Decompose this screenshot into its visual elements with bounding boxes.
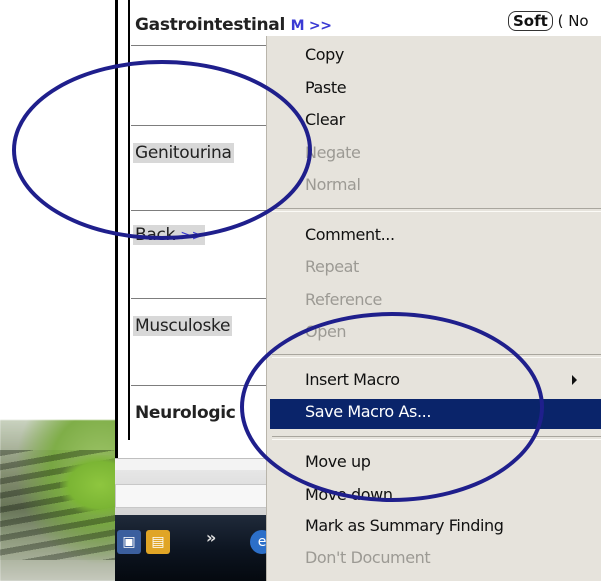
menu-item-open: Open — [305, 322, 347, 341]
menu-item-negate: Negate — [305, 143, 361, 162]
menu-item-clear[interactable]: Clear — [305, 110, 345, 129]
menu-item-mark-summary-finding[interactable]: Mark as Summary Finding — [305, 516, 504, 535]
soft-pill[interactable]: Soft — [508, 11, 553, 31]
taskbar-overflow-chevron[interactable]: » — [206, 528, 216, 547]
menu-item-insert-macro[interactable]: Insert Macro — [305, 370, 400, 389]
expand-link[interactable]: >> — [180, 228, 203, 244]
menu-separator — [272, 436, 601, 440]
menu-item-repeat: Repeat — [305, 257, 359, 276]
taskbar-folder-icon[interactable]: ▤ — [146, 530, 170, 554]
menu-item-comment[interactable]: Comment... — [305, 225, 395, 244]
row-label-text: Back — [135, 225, 176, 245]
row-label-text: Gastrointestinal — [135, 15, 285, 35]
soft-suffix: ( No — [557, 12, 589, 30]
taskbar-app-icon[interactable]: ▣ — [117, 530, 141, 554]
menu-item-dont-document: Don't Document — [305, 548, 431, 567]
row-label-neurologic[interactable]: Neurologic — [133, 403, 238, 423]
macro-link[interactable]: M >> — [291, 18, 332, 34]
soft-finding[interactable]: Soft ( No — [508, 11, 589, 31]
menu-item-paste[interactable]: Paste — [305, 78, 347, 97]
submenu-arrow-icon — [572, 375, 577, 385]
menu-item-save-macro-as[interactable]: Save Macro As... — [305, 402, 431, 421]
form-divider-line — [128, 0, 130, 440]
row-label-genitourinary[interactable]: Genitourina — [133, 143, 234, 163]
menu-item-normal: Normal — [305, 175, 361, 194]
row-label-back[interactable]: Back >> — [133, 225, 206, 245]
menu-separator — [272, 208, 601, 212]
menu-item-move-up[interactable]: Move up — [305, 452, 371, 471]
menu-item-move-down[interactable]: Move down — [305, 485, 393, 504]
menu-item-reference: Reference — [305, 290, 382, 309]
row-label-musculoskeletal[interactable]: Musculoske — [133, 316, 233, 336]
menu-separator — [272, 354, 601, 358]
menu-item-copy[interactable]: Copy — [305, 45, 344, 64]
row-label-gastrointestinal[interactable]: Gastrointestinal M >> — [133, 15, 334, 35]
